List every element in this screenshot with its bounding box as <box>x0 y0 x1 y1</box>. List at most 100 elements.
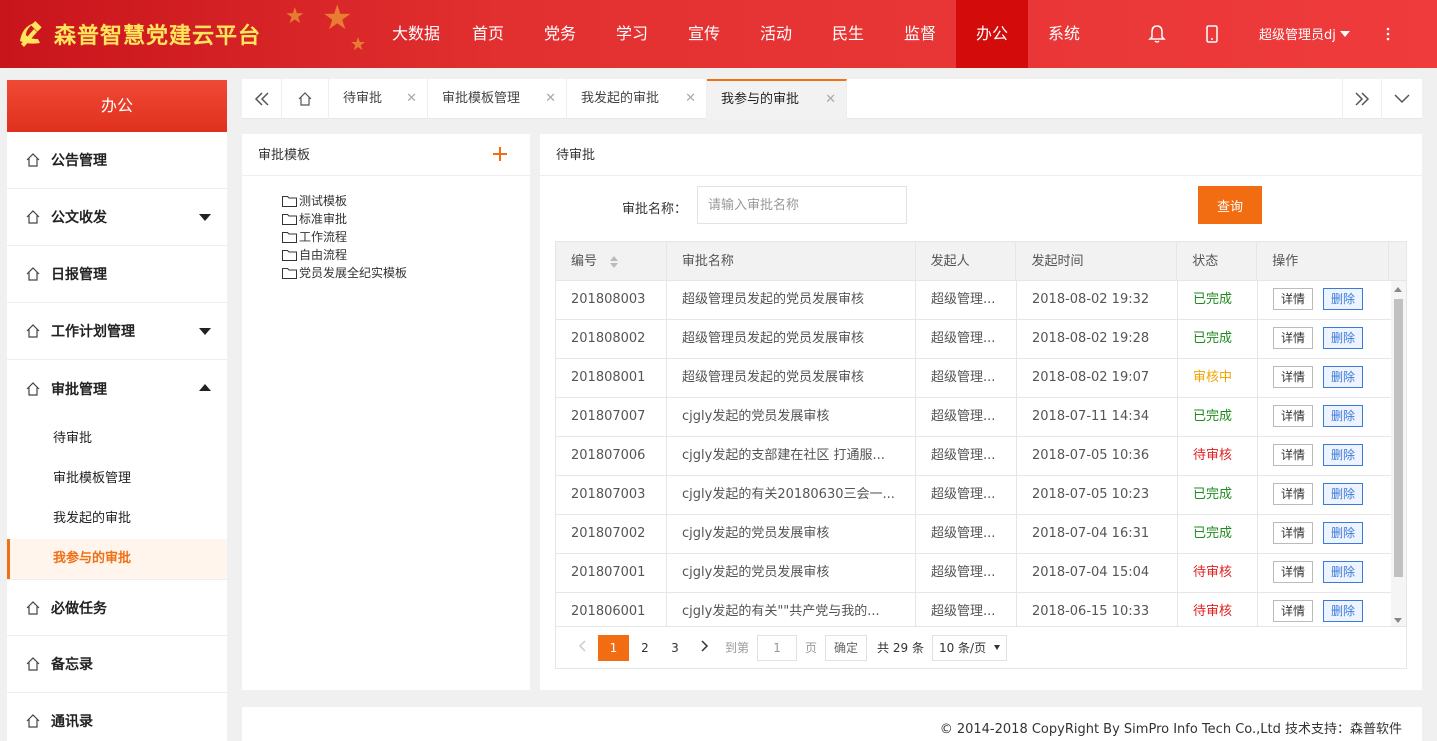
add-icon[interactable] <box>492 146 508 162</box>
detail-button[interactable]: 详情 <box>1273 365 1313 388</box>
tab-scroll-left-button[interactable] <box>242 79 282 119</box>
next-page-button[interactable] <box>691 635 719 661</box>
table-row[interactable]: 201807002 cjgly发起的党员发展审核 超级管理... 2018-07-04… <box>556 515 1406 554</box>
cell-time: 2018-07-04 15:04 <box>1017 554 1178 592</box>
cell-name: cjgly发起的党员发展审核 <box>667 515 916 553</box>
delete-button[interactable]: 删除 <box>1323 326 1363 349</box>
search-button[interactable]: 查询 <box>1198 186 1262 224</box>
nav-item[interactable]: 大数据 <box>380 0 452 68</box>
tab-pending-approval[interactable]: 待审批 ✕ <box>329 79 428 119</box>
home-icon <box>26 324 40 338</box>
delete-button[interactable]: 删除 <box>1323 365 1363 388</box>
nav-item[interactable]: 活动 <box>740 0 812 68</box>
scroll-down-icon[interactable] <box>1394 618 1402 623</box>
template-tree-label: 标准审批 <box>299 212 348 226</box>
sidebar-item-tasks[interactable]: 必做任务 <box>7 579 227 636</box>
mobile-icon[interactable] <box>1202 24 1222 44</box>
nav-item[interactable]: 系统 <box>1028 0 1100 68</box>
nav-item[interactable]: 宣传 <box>668 0 740 68</box>
goto-confirm-button[interactable]: 确定 <box>825 634 868 661</box>
submenu-my-initiated[interactable]: 我发起的审批 <box>7 499 227 539</box>
table-row[interactable]: 201807006 cjgly发起的支部建在社区 打通服... 超级管理... 201… <box>556 437 1406 476</box>
delete-button[interactable]: 删除 <box>1323 560 1363 583</box>
close-icon[interactable]: ✕ <box>685 79 696 119</box>
chevron-left-icon <box>578 639 586 652</box>
cell-time: 2018-06-15 10:33 <box>1017 593 1178 626</box>
detail-button[interactable]: 详情 <box>1273 599 1313 622</box>
table-row[interactable]: 201808003 超级管理员发起的党员发展审核 超级管理... 2018-08-02… <box>556 281 1406 320</box>
brand-logo[interactable]: 森普智慧党建云平台 <box>12 14 261 54</box>
bell-icon[interactable] <box>1147 24 1167 44</box>
template-tree-item[interactable]: 党员发展全纪实模板 <box>282 264 530 282</box>
table-row[interactable]: 201807001 cjgly发起的党员发展审核 超级管理... 2018-07-04… <box>556 554 1406 593</box>
nav-item[interactable]: 学习 <box>596 0 668 68</box>
tab-my-initiated[interactable]: 我发起的审批 ✕ <box>567 79 707 119</box>
table-row[interactable]: 201807007 cjgly发起的党员发展审核 超级管理... 2018-07-11… <box>556 398 1406 437</box>
tab-home[interactable] <box>282 79 329 119</box>
sidebar-item-contacts[interactable]: 通讯录 <box>7 693 227 741</box>
detail-button[interactable]: 详情 <box>1273 287 1313 310</box>
close-icon[interactable]: ✕ <box>825 81 836 118</box>
sidebar-item-documents[interactable]: 公文收发 <box>7 189 227 246</box>
delete-button[interactable]: 删除 <box>1323 287 1363 310</box>
scrollbar-thumb[interactable] <box>1394 299 1403 577</box>
tab-template-management[interactable]: 审批模板管理 ✕ <box>428 79 567 119</box>
submenu-pending-approval[interactable]: 待审批 <box>7 419 227 459</box>
template-tree-item[interactable]: 测试模板 <box>282 192 530 210</box>
delete-button[interactable]: 删除 <box>1323 599 1363 622</box>
nav-item[interactable]: 首页 <box>452 0 524 68</box>
detail-button[interactable]: 详情 <box>1273 482 1313 505</box>
delete-button[interactable]: 删除 <box>1323 443 1363 466</box>
tab-scroll-right-button[interactable] <box>1342 79 1382 119</box>
page-2-button[interactable]: 2 <box>631 635 659 661</box>
nav-item[interactable]: 监督 <box>884 0 956 68</box>
cell-initiator: 超级管理... <box>916 320 1017 358</box>
sidebar-item-work-plan[interactable]: 工作计划管理 <box>7 303 227 360</box>
nav-item[interactable]: 党务 <box>524 0 596 68</box>
template-tree-item[interactable]: 标准审批 <box>282 210 530 228</box>
table-row[interactable]: 201806001 cjgly发起的有关""共产党与我的... 超级管理... 201… <box>556 593 1406 626</box>
page-size-select[interactable]: 10 条/页 <box>931 634 1008 661</box>
close-icon[interactable]: ✕ <box>545 79 556 119</box>
page-1-button[interactable]: 1 <box>598 634 629 661</box>
user-menu[interactable]: 超级管理员dj <box>1259 24 1350 43</box>
submenu-template-management[interactable]: 审批模板管理 <box>7 459 227 499</box>
table-scrollbar[interactable] <box>1391 281 1406 626</box>
cell-actions: 详情 删除 <box>1258 281 1390 319</box>
cell-initiator: 超级管理... <box>916 593 1017 626</box>
sidebar-item-approval[interactable]: 审批管理 <box>7 360 227 417</box>
delete-button[interactable]: 删除 <box>1323 482 1363 505</box>
sort-icon[interactable] <box>610 256 618 268</box>
column-header-time: 发起时间 <box>1016 242 1178 280</box>
detail-button[interactable]: 详情 <box>1273 404 1313 427</box>
template-tree-item[interactable]: 自由流程 <box>282 246 530 264</box>
prev-page-button[interactable] <box>568 635 596 661</box>
footer: © 2014-2018 CopyRight By SimPro Info Tec… <box>242 707 1422 741</box>
delete-button[interactable]: 删除 <box>1323 521 1363 544</box>
tab-my-participated[interactable]: 我参与的审批 ✕ <box>707 79 847 119</box>
tab-menu-button[interactable] <box>1382 79 1422 119</box>
submenu-my-participated[interactable]: 我参与的审批 <box>7 539 227 579</box>
page-3-button[interactable]: 3 <box>661 635 689 661</box>
sidebar-item-memo[interactable]: 备忘录 <box>7 636 227 693</box>
sidebar-item-announcements[interactable]: 公告管理 <box>7 132 227 189</box>
table-row[interactable]: 201807003 cjgly发起的有关20180630三会一... 超级管理...… <box>556 476 1406 515</box>
close-icon[interactable]: ✕ <box>406 79 417 119</box>
cell-time: 2018-07-05 10:36 <box>1017 437 1178 475</box>
more-vertical-icon[interactable] <box>1378 24 1398 44</box>
delete-button[interactable]: 删除 <box>1323 404 1363 427</box>
detail-button[interactable]: 详情 <box>1273 521 1313 544</box>
search-input[interactable] <box>697 186 907 224</box>
detail-button[interactable]: 详情 <box>1273 326 1313 349</box>
scroll-up-icon[interactable] <box>1394 287 1402 292</box>
table-row[interactable]: 201808002 超级管理员发起的党员发展审核 超级管理... 2018-08-02… <box>556 320 1406 359</box>
goto-page-input[interactable] <box>757 634 798 661</box>
nav-item[interactable]: 办公 <box>956 0 1028 68</box>
nav-item[interactable]: 民生 <box>812 0 884 68</box>
column-header-id[interactable]: 编号 <box>556 242 667 280</box>
sidebar-item-daily-report[interactable]: 日报管理 <box>7 246 227 303</box>
template-tree-item[interactable]: 工作流程 <box>282 228 530 246</box>
detail-button[interactable]: 详情 <box>1273 443 1313 466</box>
table-row[interactable]: 201808001 超级管理员发起的党员发展审核 超级管理... 2018-08-02… <box>556 359 1406 398</box>
detail-button[interactable]: 详情 <box>1273 560 1313 583</box>
